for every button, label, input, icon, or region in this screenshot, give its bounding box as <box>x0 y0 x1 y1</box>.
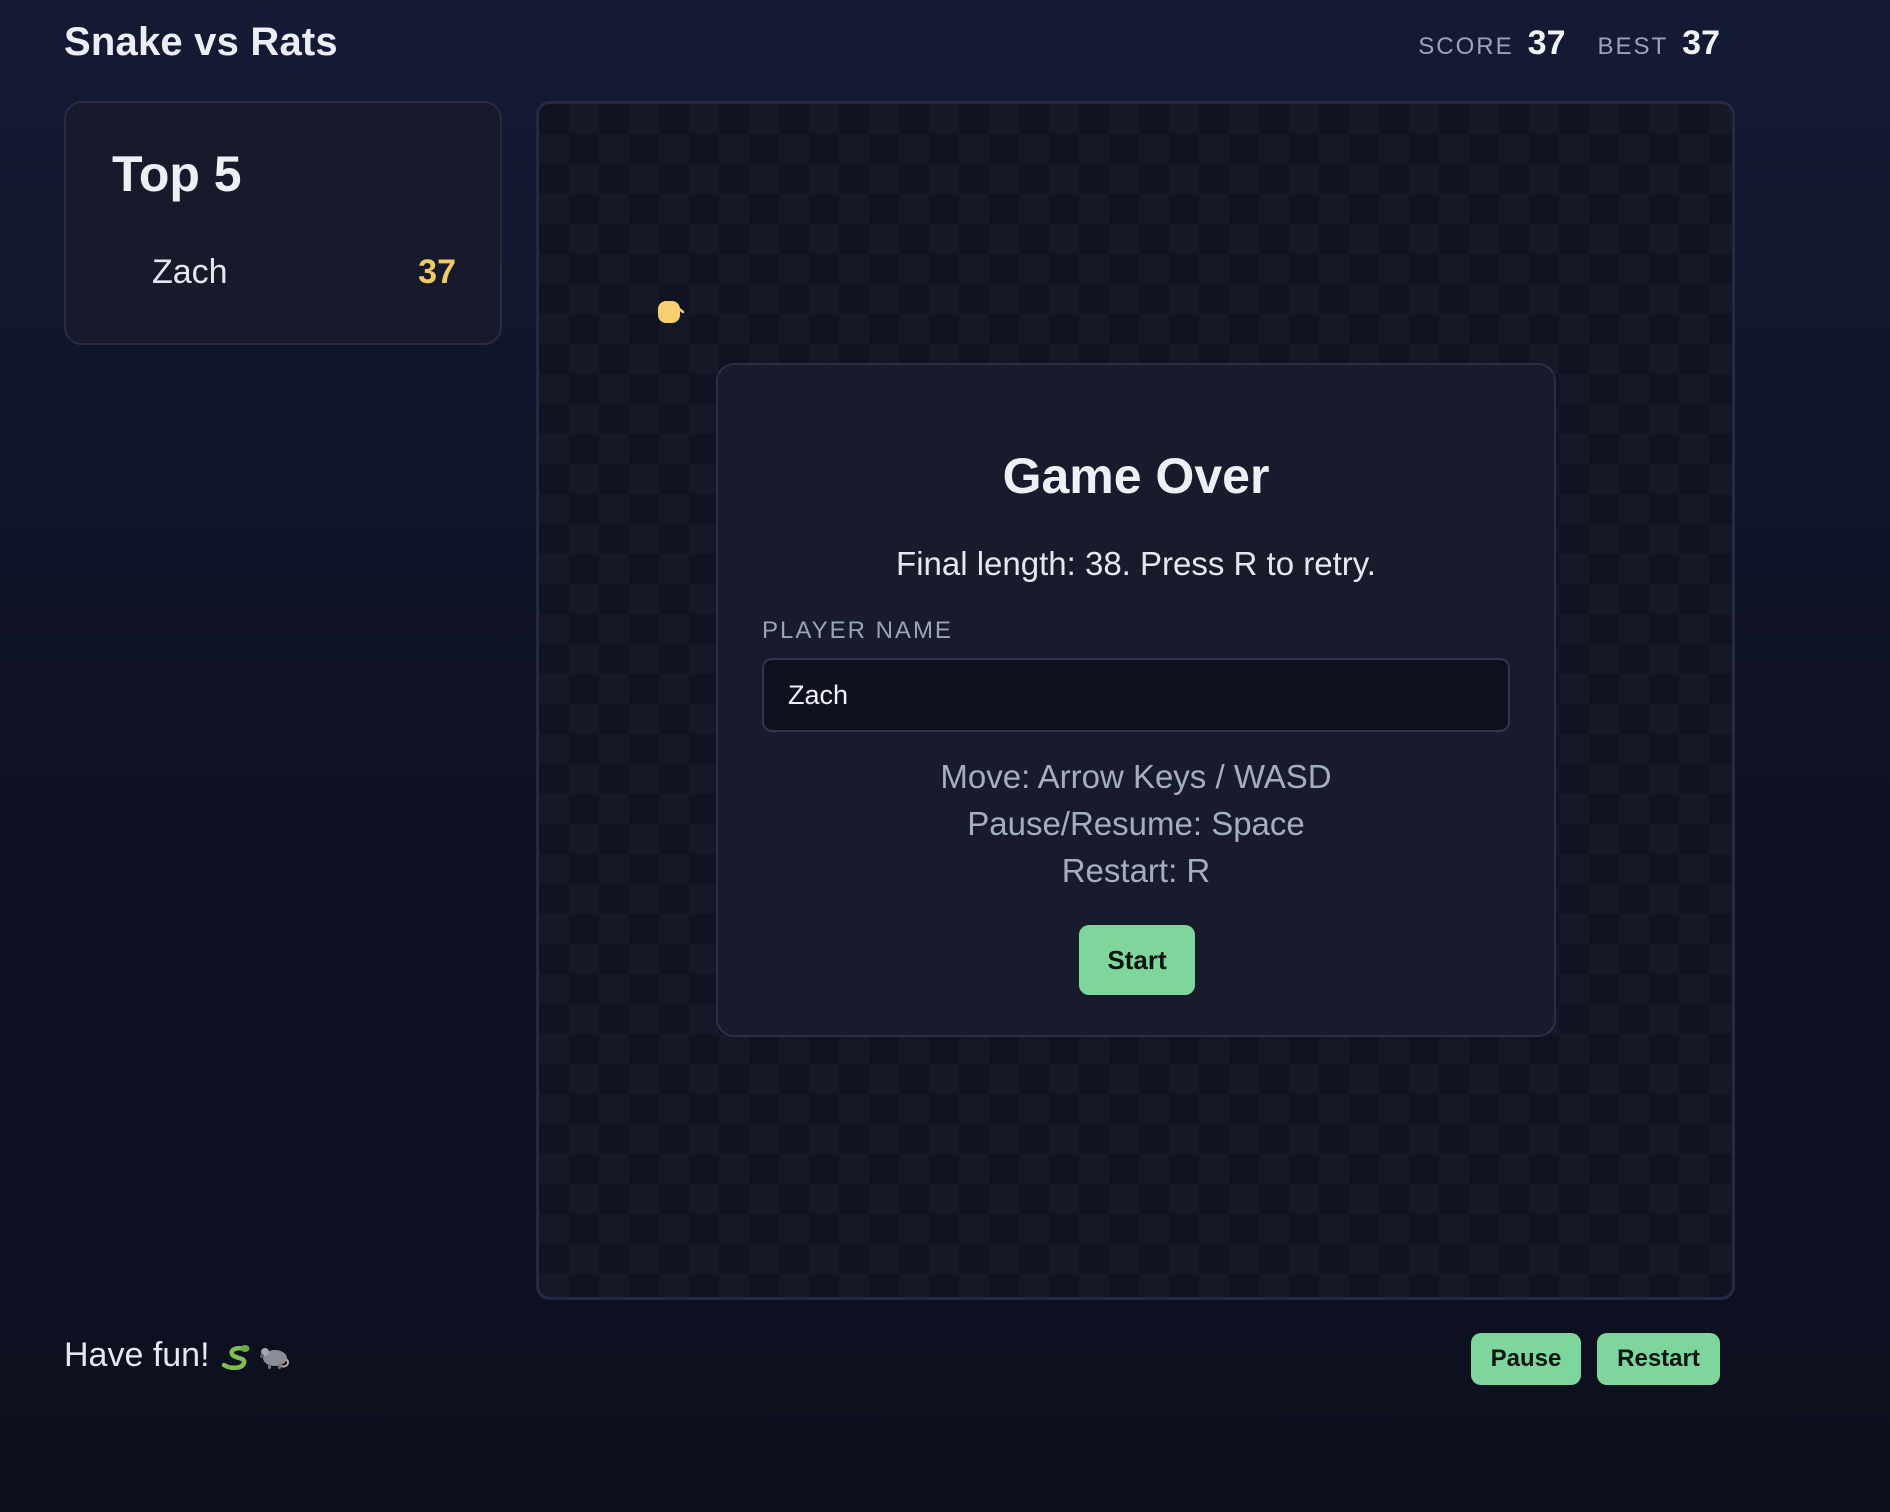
start-button[interactable]: Start <box>1079 925 1195 995</box>
player-name-input[interactable] <box>762 658 1510 732</box>
leaderboard-entry-name: Zach <box>152 253 228 291</box>
leaderboard-title: Top 5 <box>112 146 242 202</box>
scoreboard: SCORE 37 BEST 37 <box>1418 24 1720 63</box>
player-name-label: PLAYER NAME <box>762 617 953 644</box>
rat-icon <box>658 301 685 323</box>
help-move: Move: Arrow Keys / WASD <box>940 758 1332 795</box>
app-title: Snake vs Rats <box>64 20 338 64</box>
leaderboard-entry-score: 37 <box>418 253 456 291</box>
leaderboard-panel: Top 5 Zach 37 <box>64 101 502 345</box>
footer-emoji <box>220 1341 290 1371</box>
pause-button[interactable]: Pause <box>1471 1333 1581 1385</box>
game-over-dialog: Game Over Final length: 38. Press R to r… <box>716 363 1556 1037</box>
restart-button[interactable]: Restart <box>1597 1333 1720 1385</box>
leaderboard-entry: Zach 37 <box>152 253 456 292</box>
best-value: 37 <box>1682 24 1720 62</box>
score-label: SCORE <box>1418 33 1514 60</box>
help-restart: Restart: R <box>1061 852 1211 889</box>
best-label: BEST <box>1597 33 1669 60</box>
dialog-title: Game Over <box>1002 448 1270 504</box>
final-length-text: Final length: 38. Press R to retry. <box>896 545 1376 582</box>
help-pause: Pause/Resume: Space <box>967 805 1305 842</box>
score-value: 37 <box>1527 24 1566 62</box>
footer-message: Have fun! <box>64 1336 290 1375</box>
snake-icon <box>221 1344 250 1370</box>
rat-emoji-icon <box>259 1347 289 1369</box>
controls-help: Move: Arrow Keys / WASD Pause/Resume: Sp… <box>718 753 1554 894</box>
footer-message-text: Have fun! <box>64 1336 210 1374</box>
